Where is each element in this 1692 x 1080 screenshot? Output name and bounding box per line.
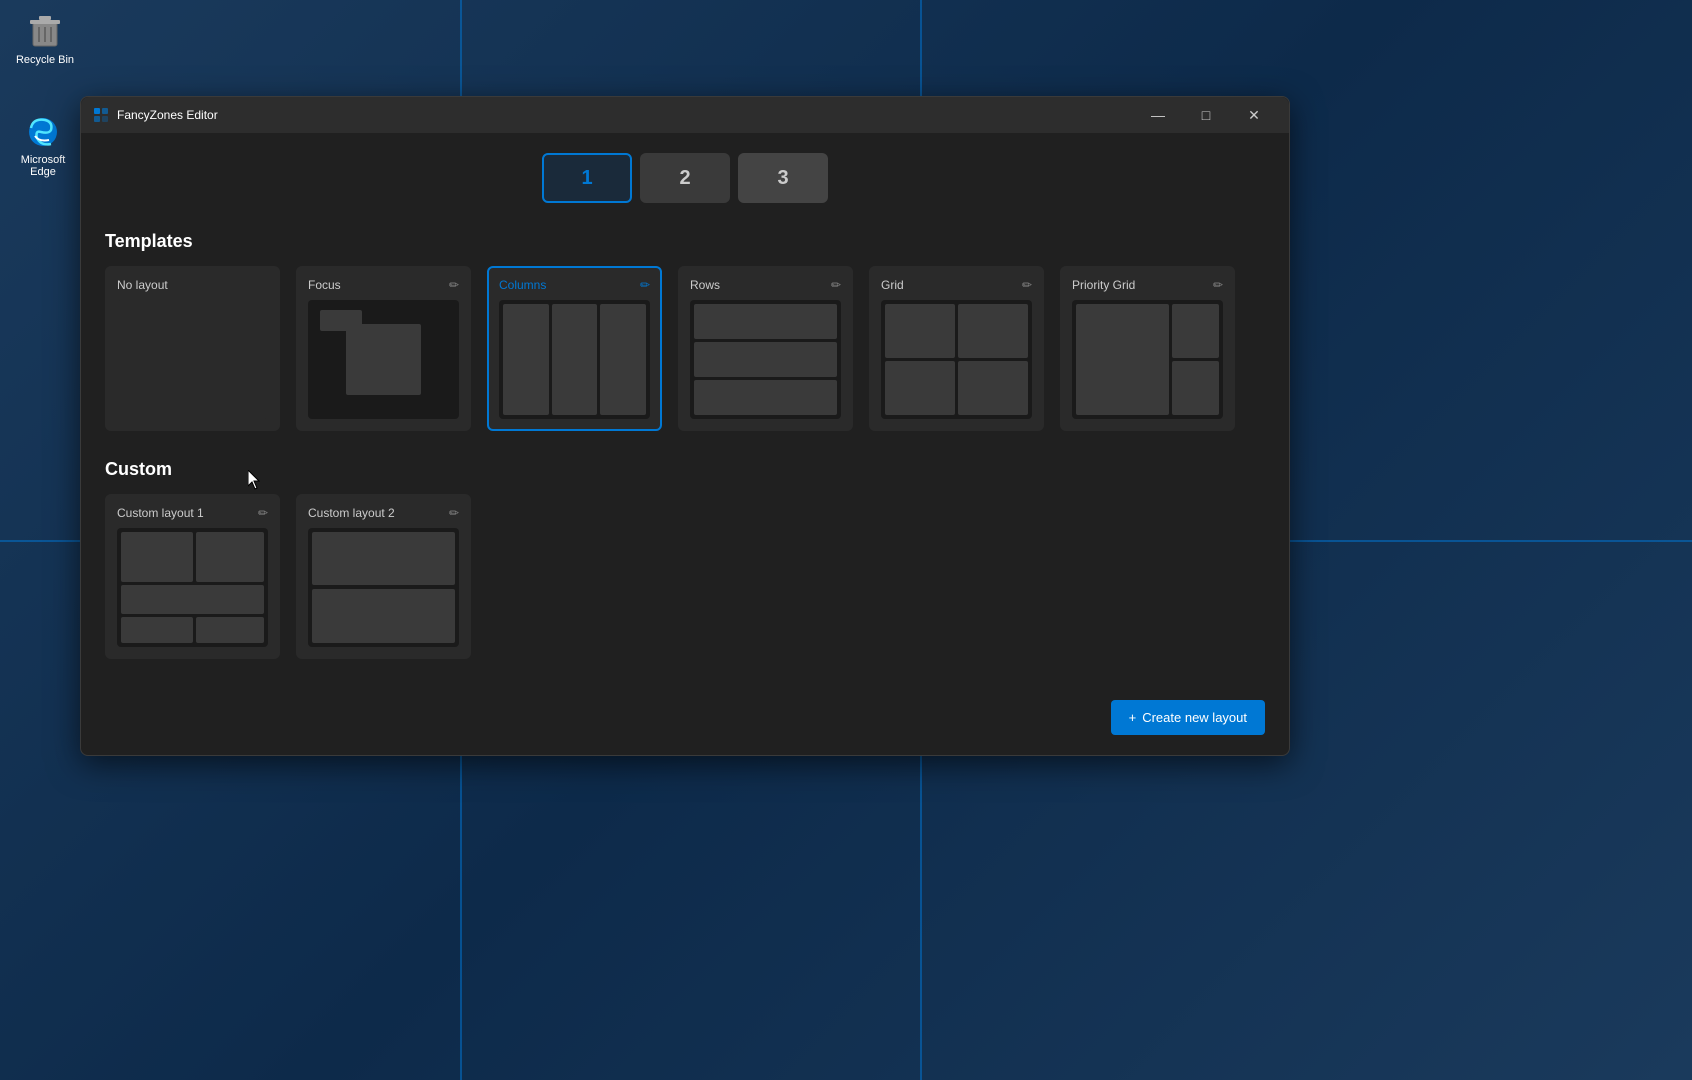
preview-rows [690,300,841,419]
custom-header: Custom [105,459,1265,480]
template-card-rows[interactable]: Rows ✏ [678,266,853,431]
monitor-tab-3[interactable]: 3 [738,153,828,203]
card-header-rows: Rows ✏ [690,278,841,292]
recycle-bin-label: Recycle Bin [16,54,74,66]
template-card-columns[interactable]: Columns ✏ [487,266,662,431]
monitor-tabs: 1 2 3 [105,153,1265,203]
custom-card-title-1: Custom layout 1 [117,506,204,520]
preview-grid [881,300,1032,419]
close-button[interactable]: ✕ [1231,99,1277,131]
templates-section: Templates No layout Focus ✏ [105,231,1265,431]
preview-no-layout [117,300,268,419]
monitor-tab-1[interactable]: 1 [542,153,632,203]
edge-icon-container[interactable]: Microsoft Edge [8,110,78,178]
app-icon [93,107,109,123]
template-card-focus[interactable]: Focus ✏ [296,266,471,431]
card-title-rows: Rows [690,278,720,292]
template-card-grid[interactable]: Grid ✏ [869,266,1044,431]
templates-header: Templates [105,231,1265,252]
create-layout-label: Create new layout [1142,710,1247,725]
edit-icon-priority-grid[interactable]: ✏ [1213,278,1223,292]
card-header-no-layout: No layout [117,278,268,292]
edit-icon-custom-2[interactable]: ✏ [449,506,459,520]
title-bar: FancyZones Editor — □ ✕ [81,97,1289,133]
edge-icon-svg [23,110,63,150]
custom-card-header-1: Custom layout 1 ✏ [117,506,268,520]
edge-label: Microsoft Edge [8,154,78,178]
monitor-tab-2[interactable]: 2 [640,153,730,203]
window-content: 1 2 3 Templates No layout [81,133,1289,755]
custom-card-2[interactable]: Custom layout 2 ✏ [296,494,471,659]
edit-icon-focus[interactable]: ✏ [449,278,459,292]
template-card-priority-grid[interactable]: Priority Grid ✏ [1060,266,1235,431]
card-title-grid: Grid [881,278,904,292]
card-header-columns: Columns ✏ [499,278,650,292]
preview-custom-1 [117,528,268,647]
window-title: FancyZones Editor [117,108,1135,122]
custom-card-1[interactable]: Custom layout 1 ✏ [105,494,280,659]
card-title-priority-grid: Priority Grid [1072,278,1135,292]
card-title-columns: Columns [499,278,546,292]
card-title-no-layout: No layout [117,278,168,292]
create-layout-plus-icon: + [1129,710,1137,725]
card-header-grid: Grid ✏ [881,278,1032,292]
edit-icon-rows[interactable]: ✏ [831,278,841,292]
custom-grid: Custom layout 1 ✏ Custom l [105,494,1265,659]
custom-section: Custom Custom layout 1 ✏ [105,459,1265,659]
edit-icon-columns[interactable]: ✏ [640,278,650,292]
templates-grid: No layout Focus ✏ [105,266,1265,431]
edit-icon-custom-1[interactable]: ✏ [258,506,268,520]
minimize-button[interactable]: — [1135,99,1181,131]
preview-columns [499,300,650,419]
title-bar-controls: — □ ✕ [1135,99,1277,131]
preview-custom-2 [308,528,459,647]
preview-priority-grid [1072,300,1223,419]
card-header-priority-grid: Priority Grid ✏ [1072,278,1223,292]
preview-focus [308,300,459,419]
custom-card-title-2: Custom layout 2 [308,506,395,520]
recycle-bin-icon[interactable]: Recycle Bin [10,10,80,66]
card-title-focus: Focus [308,278,341,292]
recycle-bin-svg [25,10,65,50]
card-header-focus: Focus ✏ [308,278,459,292]
create-new-layout-button[interactable]: + Create new layout [1111,700,1265,735]
edit-icon-grid[interactable]: ✏ [1022,278,1032,292]
maximize-button[interactable]: □ [1183,99,1229,131]
fancyzones-window: FancyZones Editor — □ ✕ 1 2 3 Templates [80,96,1290,756]
template-card-no-layout[interactable]: No layout [105,266,280,431]
custom-card-header-2: Custom layout 2 ✏ [308,506,459,520]
